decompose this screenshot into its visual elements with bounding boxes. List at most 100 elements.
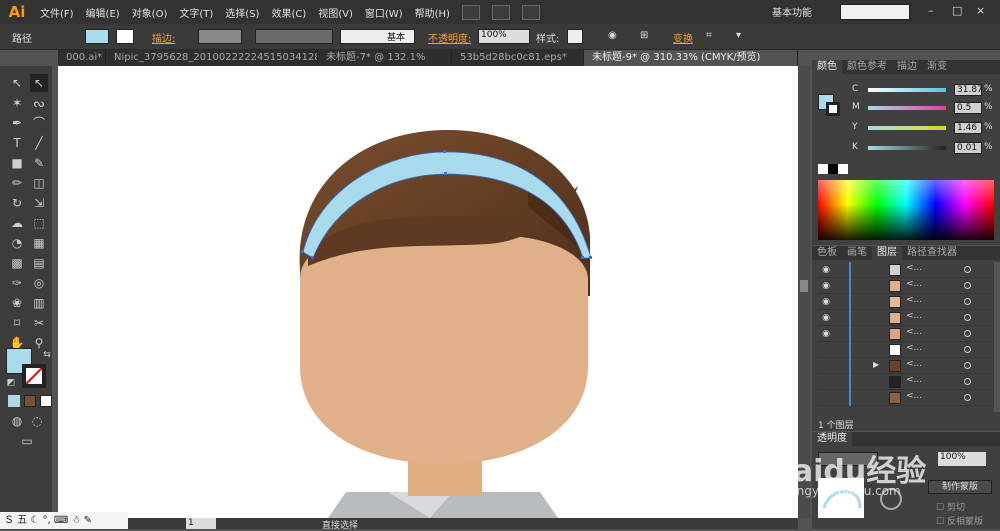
- doc-tab-4[interactable]: 未标题-9* @ 310.33% (CMYK/预览): [584, 50, 798, 66]
- minimize-button[interactable]: –: [928, 4, 934, 17]
- yellow-slider[interactable]: Y 1.46 %: [852, 122, 997, 136]
- variable-width-field[interactable]: [255, 29, 333, 44]
- search-input[interactable]: [840, 4, 910, 20]
- visibility-eye-icon[interactable]: ◉: [819, 281, 833, 291]
- target-circle-icon[interactable]: [964, 266, 971, 273]
- pencil-tool-icon[interactable]: ✏: [8, 174, 26, 192]
- menu-type[interactable]: 文字(T): [173, 5, 219, 20]
- recolor-icon[interactable]: ◉: [608, 30, 617, 41]
- layer-row[interactable]: ▶ <...: [817, 358, 992, 374]
- layer-row[interactable]: <...: [817, 342, 992, 358]
- lasso-tool-icon[interactable]: ᔓ: [30, 94, 48, 112]
- fill-swatch[interactable]: [85, 29, 109, 44]
- layer-row[interactable]: ◉ <...: [817, 310, 992, 326]
- visibility-eye-icon[interactable]: ◉: [819, 313, 833, 323]
- magic-wand-tool-icon[interactable]: ✶: [8, 94, 26, 112]
- layer-row[interactable]: <...: [817, 390, 992, 406]
- gradient-tool-icon[interactable]: ▤: [30, 254, 48, 272]
- visibility-eye-icon[interactable]: [819, 361, 833, 371]
- transparency-opacity-field[interactable]: 100%: [938, 452, 986, 466]
- rotate-tool-icon[interactable]: ↻: [8, 194, 26, 212]
- stroke-color-swatch[interactable]: [22, 364, 46, 388]
- graphic-style-swatch[interactable]: [567, 29, 583, 44]
- doc-tab-2[interactable]: 未标题-7* @ 132.1%: [318, 50, 452, 66]
- make-mask-button[interactable]: 制作蒙版: [928, 480, 992, 494]
- stroke-swatch[interactable]: [116, 29, 134, 44]
- panel-stroke-swatch[interactable]: [826, 102, 840, 116]
- doc-tab-1[interactable]: Nipic_3795628_20100222224515034128.ai*: [106, 50, 318, 66]
- visibility-eye-icon[interactable]: ◉: [819, 329, 833, 339]
- target-circle-icon[interactable]: [964, 282, 971, 289]
- perspective-grid-tool-icon[interactable]: ▦: [30, 234, 48, 252]
- menu-help[interactable]: 帮助(H): [409, 5, 456, 20]
- swap-colors-icon[interactable]: ⇆: [38, 346, 56, 364]
- gpu-icon[interactable]: [521, 4, 540, 20]
- symbol-sprayer-tool-icon[interactable]: ❀: [8, 294, 26, 312]
- target-circle-icon[interactable]: [964, 394, 971, 401]
- line-tool-icon[interactable]: ╱: [30, 134, 48, 152]
- target-circle-icon[interactable]: [964, 362, 971, 369]
- transform-link[interactable]: 变换: [673, 30, 693, 45]
- close-button[interactable]: ×: [976, 4, 985, 17]
- doc-tab-0[interactable]: 000.ai*: [58, 50, 106, 66]
- layer-name[interactable]: <...: [906, 359, 922, 369]
- tab-transparency[interactable]: 透明度: [812, 432, 852, 446]
- layer-name[interactable]: <...: [906, 295, 922, 305]
- bridge-icon[interactable]: [461, 4, 480, 20]
- draw-mode-icon[interactable]: ◍: [8, 412, 26, 430]
- tab-swatches[interactable]: 色板: [812, 246, 842, 260]
- target-circle-icon[interactable]: [964, 314, 971, 321]
- rectangle-tool-icon[interactable]: ■: [8, 154, 26, 172]
- tab-brushes[interactable]: 画笔: [842, 246, 872, 260]
- layer-name[interactable]: <...: [906, 327, 922, 337]
- visibility-eye-icon[interactable]: [819, 377, 833, 387]
- stroke-weight-field[interactable]: [198, 29, 242, 44]
- menu-window[interactable]: 窗口(W): [359, 5, 409, 20]
- cyan-slider[interactable]: C 31.87 %: [852, 84, 997, 98]
- scale-tool-icon[interactable]: ⇲: [30, 194, 48, 212]
- tab-color-guide[interactable]: 颜色参考: [842, 60, 892, 74]
- opacity-label[interactable]: 不透明度:: [428, 30, 471, 45]
- direct-selection-tool-icon[interactable]: ↖: [30, 74, 48, 92]
- doc-tab-3[interactable]: 53b5d28bc0c81.eps*: [452, 50, 584, 66]
- target-circle-icon[interactable]: [964, 298, 971, 305]
- stroke-style-field[interactable]: 基本: [340, 29, 415, 44]
- slice-tool-icon[interactable]: ✂: [30, 314, 48, 332]
- none-black-white-swatches[interactable]: [818, 164, 848, 174]
- clip-checkbox[interactable]: ☐ 剪切: [936, 500, 965, 513]
- menu-effect[interactable]: 效果(C): [265, 5, 312, 20]
- column-graph-tool-icon[interactable]: ▥: [30, 294, 48, 312]
- artboard-tool-icon[interactable]: ⌑: [8, 314, 26, 332]
- panel-menu-icon[interactable]: ▾: [736, 30, 741, 41]
- magenta-slider[interactable]: M 0.5 %: [852, 102, 997, 116]
- visibility-eye-icon[interactable]: ◉: [819, 265, 833, 275]
- menu-view[interactable]: 视图(V): [312, 5, 359, 20]
- layer-name[interactable]: <...: [906, 343, 922, 353]
- type-tool-icon[interactable]: T: [8, 134, 26, 152]
- scroll-thumb[interactable]: [800, 280, 808, 292]
- layers-scrollbar[interactable]: [994, 262, 1000, 412]
- visibility-eye-icon[interactable]: [819, 345, 833, 355]
- menu-select[interactable]: 选择(S): [219, 5, 265, 20]
- menu-file[interactable]: 文件(F): [34, 5, 80, 20]
- black-value[interactable]: 0.01: [954, 142, 982, 154]
- eraser-tool-icon[interactable]: ◫: [30, 174, 48, 192]
- curvature-tool-icon[interactable]: ⌒: [30, 114, 48, 132]
- layer-row[interactable]: ◉ <...: [817, 262, 992, 278]
- artboard-canvas[interactable]: [58, 66, 798, 518]
- visibility-eye-icon[interactable]: [819, 393, 833, 403]
- mesh-tool-icon[interactable]: ▩: [8, 254, 26, 272]
- layer-name[interactable]: <...: [906, 375, 922, 385]
- opacity-field[interactable]: 100%: [478, 29, 530, 44]
- tab-gradient[interactable]: 渐变: [922, 60, 952, 74]
- default-colors-icon[interactable]: ◩: [2, 374, 20, 392]
- paintbrush-tool-icon[interactable]: ✎: [30, 154, 48, 172]
- pen-tool-icon[interactable]: ✒: [8, 114, 26, 132]
- yellow-value[interactable]: 1.46: [954, 122, 982, 134]
- visibility-eye-icon[interactable]: ◉: [819, 297, 833, 307]
- target-circle-icon[interactable]: [964, 346, 971, 353]
- magenta-value[interactable]: 0.5: [954, 102, 982, 114]
- tab-color[interactable]: 颜色: [812, 60, 842, 74]
- cyan-value[interactable]: 31.87: [954, 84, 983, 96]
- tab-stroke[interactable]: 描边: [892, 60, 922, 74]
